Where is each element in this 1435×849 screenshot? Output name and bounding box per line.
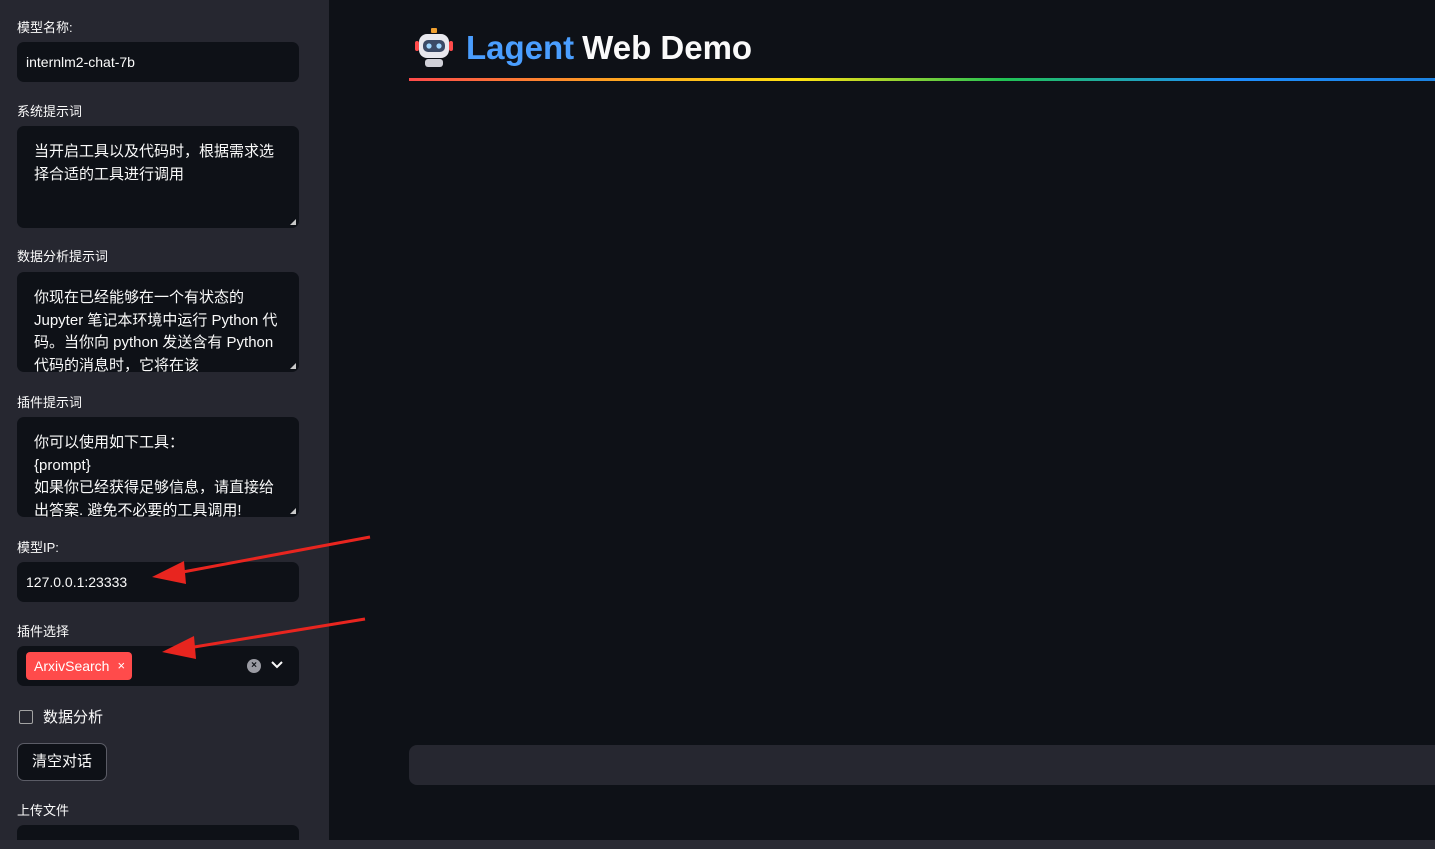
plugin-prompt-label: 插件提示词 (17, 395, 83, 410)
resize-handle-icon[interactable] (290, 363, 296, 369)
page-title: Lagent Web Demo (415, 28, 752, 68)
chevron-down-icon[interactable] (270, 657, 284, 671)
resize-handle-icon[interactable] (290, 508, 296, 514)
plugin-multiselect[interactable]: ArxivSearch × × (17, 646, 299, 686)
robot-icon (415, 28, 453, 67)
model-name-label: 模型名称: (17, 20, 73, 35)
remove-tag-icon[interactable]: × (117, 652, 125, 680)
sidebar: 模型名称: internlm2-chat-7b 系统提示词 当开启工具以及代码时… (0, 0, 329, 849)
plugin-prompt-text: 你可以使用如下工具： {prompt} 如果你已经获得足够信息，请直接给出答案.… (34, 434, 275, 517)
clear-selection-icon[interactable]: × (247, 659, 261, 673)
data-prompt-text: 你现在已经能够在一个有状态的 Jupyter 笔记本环境中运行 Python 代… (34, 289, 278, 372)
title-lagent: Lagent (466, 29, 575, 66)
system-prompt-text: 当开启工具以及代码时，根据需求选择合适的工具进行调用 (34, 143, 275, 183)
title-divider (409, 78, 1435, 81)
chat-input[interactable] (409, 745, 1435, 785)
model-name-input[interactable]: internlm2-chat-7b (17, 42, 299, 82)
data-analysis-checkbox-row[interactable]: 数据分析 (19, 706, 103, 727)
title-web-demo: Web Demo (582, 29, 753, 66)
data-prompt-label: 数据分析提示词 (17, 249, 109, 264)
plugin-prompt-textarea[interactable]: 你可以使用如下工具： {prompt} 如果你已经获得足够信息，请直接给出答案.… (17, 417, 299, 517)
model-ip-input[interactable]: 127.0.0.1:23333 (17, 562, 299, 602)
data-analysis-label: 数据分析 (43, 709, 104, 726)
data-prompt-textarea[interactable]: 你现在已经能够在一个有状态的 Jupyter 笔记本环境中运行 Python 代… (17, 272, 299, 372)
plugin-tag-label: ArxivSearch (34, 658, 110, 674)
bottom-bar (0, 840, 1435, 849)
plugin-select-label: 插件选择 (17, 624, 70, 639)
system-prompt-label: 系统提示词 (17, 104, 83, 119)
upload-label: 上传文件 (17, 803, 70, 818)
system-prompt-textarea[interactable]: 当开启工具以及代码时，根据需求选择合适的工具进行调用 (17, 126, 299, 228)
plugin-tag-arxivsearch: ArxivSearch × (26, 652, 133, 680)
model-ip-label: 模型IP: (17, 540, 59, 555)
data-analysis-checkbox[interactable] (19, 709, 33, 724)
clear-chat-button[interactable]: 清空对话 (17, 743, 107, 781)
resize-handle-icon[interactable] (290, 219, 296, 225)
